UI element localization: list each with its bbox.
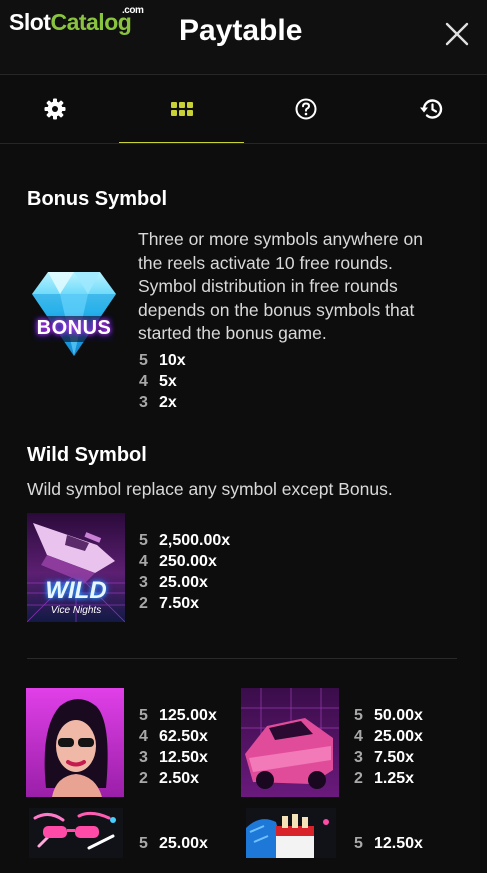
payout-row: 2 7.50x xyxy=(139,595,200,612)
wild-payouts: 5 2,500.00x 4 250.00x 3 25.00x 2 7.50x xyxy=(139,530,230,614)
tab-settings[interactable] xyxy=(0,76,116,142)
sunglasses-symbol-image xyxy=(29,808,123,858)
tab-divider xyxy=(0,143,487,144)
payout-row: 4 62.50x xyxy=(139,728,208,745)
grid-icon xyxy=(170,102,193,116)
payout-row: 2 1.25x xyxy=(354,770,415,787)
payout-row: 2 2.50x xyxy=(139,770,200,787)
bonus-description-line: started the bonus game. xyxy=(138,323,327,343)
payout-row: 3 7.50x xyxy=(354,749,415,766)
bonus-description-line: the reels activate 10 free rounds. xyxy=(138,252,393,273)
sunglasses-payouts: 5 25.00x xyxy=(139,833,208,854)
tab-bar xyxy=(0,76,487,144)
payout-row: 4 25.00x xyxy=(354,728,423,745)
header: SlotCatalog .com Paytable xyxy=(0,0,487,74)
header-divider xyxy=(0,74,487,75)
wild-symbol-label: WILD xyxy=(45,577,107,604)
payout-row: 3 2x xyxy=(139,394,177,411)
history-icon xyxy=(420,99,443,119)
wild-symbol-sublabel: Vice Nights xyxy=(50,605,102,616)
payout-row: 4 250.00x xyxy=(139,553,217,570)
help-circle-icon xyxy=(295,98,317,120)
payout-row: 3 25.00x xyxy=(139,574,208,591)
cigarettes-symbol-image xyxy=(246,808,336,858)
wild-symbol-image: WILD Vice Nights xyxy=(27,513,125,622)
section-divider xyxy=(27,658,457,659)
close-button[interactable] xyxy=(441,18,473,50)
payout-row: 4 5x xyxy=(139,373,177,390)
tab-history[interactable] xyxy=(371,76,487,142)
bonus-symbol-image: BONUS xyxy=(28,264,120,360)
bonus-description-line: Symbol distribution in free rounds xyxy=(138,276,398,296)
car-symbol-image xyxy=(241,688,339,797)
payout-row: 5 2,500.00x xyxy=(139,532,231,549)
bonus-payouts: 5 10x 4 5x 3 2x xyxy=(139,350,186,413)
slotcatalog-logo[interactable]: SlotCatalog .com xyxy=(9,5,144,36)
bonus-symbol-label: BONUS xyxy=(36,317,112,339)
gear-icon xyxy=(44,98,66,120)
payout-row: 5 12.50x xyxy=(354,835,423,852)
payout-row: 5 125.00x xyxy=(139,707,217,724)
tab-help[interactable] xyxy=(245,76,367,142)
logo-slot-text: Slot xyxy=(9,9,51,35)
bonus-description: Three or more symbols anywhere on the re… xyxy=(138,228,468,346)
woman-payouts: 5 125.00x 4 62.50x 3 12.50x 2 2.50x xyxy=(139,705,217,789)
logo-com-text: .com xyxy=(122,5,144,16)
wild-heading: Wild Symbol xyxy=(27,444,147,466)
payout-row: 5 50.00x xyxy=(354,707,423,724)
payout-row: 5 25.00x xyxy=(139,835,208,852)
payout-row: 3 12.50x xyxy=(139,749,208,766)
car-payouts: 5 50.00x 4 25.00x 3 7.50x 2 1.25x xyxy=(354,705,423,789)
bonus-description-line: Three or more symbols anywhere on xyxy=(138,229,423,249)
bonus-description-line: depends on the bonus symbols that xyxy=(138,299,415,320)
cigarettes-payouts: 5 12.50x xyxy=(354,833,423,854)
wild-description: Wild symbol replace any symbol except Bo… xyxy=(27,479,393,499)
page-title: Paytable xyxy=(179,14,303,47)
close-icon xyxy=(445,22,469,46)
logo-catalog-text: Catalog xyxy=(50,9,132,35)
bonus-heading: Bonus Symbol xyxy=(27,188,168,210)
woman-symbol-image xyxy=(26,688,124,797)
payout-row: 5 10x xyxy=(139,352,186,369)
tab-paytable[interactable] xyxy=(119,76,244,144)
